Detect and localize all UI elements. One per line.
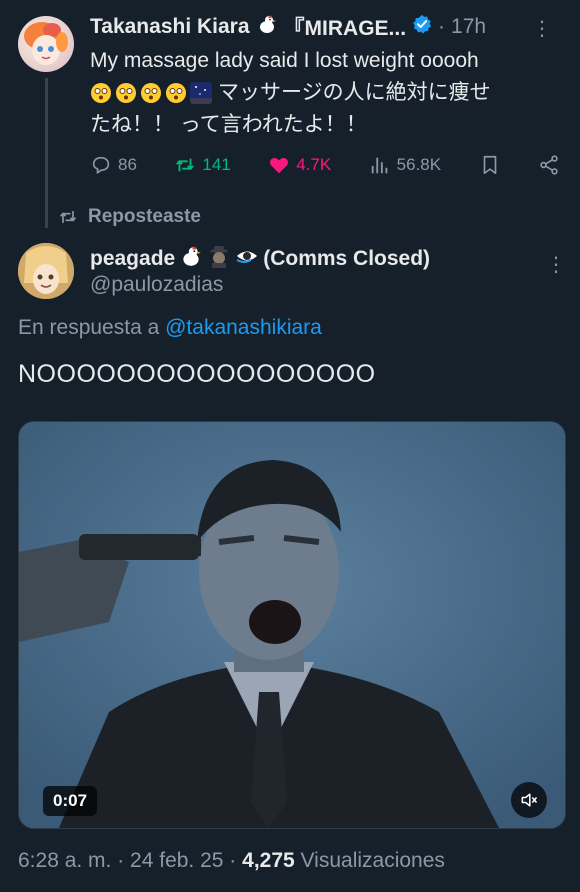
reply-author-suffix: (Comms Closed) [263, 247, 431, 270]
reply-author[interactable]: peagade (Comms Closed) [90, 244, 430, 274]
parent-author-name[interactable]: Takanashi Kiara [90, 15, 250, 39]
reply-icon [92, 156, 110, 174]
reply-more-icon[interactable]: ⋮ [546, 252, 566, 277]
tweet-timestamp[interactable]: 6:28 a. m. · 24 feb. 25 · [18, 849, 236, 872]
reply-to-link[interactable]: @takanashikiara [165, 316, 322, 339]
chicken-icon [179, 244, 203, 274]
parent-text-line3: たね！！ って言われたよ！！ [90, 113, 367, 136]
dizzy-face-icon [141, 83, 161, 104]
dizzy-face-icon [91, 83, 111, 104]
thread-line [45, 78, 48, 228]
reply-button[interactable]: 86 [90, 154, 137, 176]
more-icon[interactable]: ⋮ [532, 16, 552, 41]
dizzy-face-icon [116, 83, 136, 104]
emoji-group [90, 82, 212, 105]
chicken-icon [256, 13, 278, 41]
video-time-badge: 0:07 [43, 786, 98, 816]
reply-prefix: En respuesta a [18, 316, 160, 339]
reply-avatar[interactable] [18, 243, 74, 299]
share-button[interactable] [538, 154, 560, 176]
like-count: 4.7K [296, 155, 332, 174]
repost-indicator: Reposteaste [58, 204, 201, 230]
repost-indicator-icon [59, 211, 77, 223]
reply-author-name: peagade [90, 247, 176, 270]
views-button[interactable]: 56.8K [369, 154, 441, 176]
share-icon [540, 155, 558, 175]
views-count: 56.8K [396, 155, 442, 174]
views-label: Visualizaciones [300, 849, 445, 872]
bookmark-icon [483, 155, 496, 175]
repost-icon [176, 158, 195, 172]
repost-label[interactable]: Reposteaste [88, 206, 201, 228]
reply-handle[interactable]: @paulozadias [90, 273, 223, 297]
reply-text: NOOOOOOOOOOOOOOOOO [18, 360, 376, 388]
video-frame [19, 422, 565, 828]
bookmark-button[interactable] [479, 154, 501, 176]
reply-context: En respuesta a @takanashikiara [18, 316, 322, 340]
eye-icon [235, 244, 259, 274]
video-player[interactable]: 0:07 [18, 421, 566, 829]
like-button[interactable]: 4.7K [268, 154, 331, 176]
parent-text-line1: My massage lady said I lost weight ooooh [90, 49, 479, 72]
parent-actions: 86 141 4.7K 56.8K [90, 150, 560, 180]
volume-icon [521, 793, 538, 807]
repost-button[interactable]: 141 [174, 154, 231, 176]
parent-avatar[interactable] [18, 16, 74, 72]
detective-icon [207, 244, 231, 274]
parent-time[interactable]: 17h [451, 15, 486, 39]
reply-count: 86 [118, 155, 137, 174]
dot-separator: · [438, 15, 446, 38]
parent-text-line2-ja: マッサージの人に絶対に痩せ [218, 81, 491, 104]
parent-author-suffix: 『MIRAGE... [283, 17, 407, 40]
views-total: 4,275 [242, 849, 295, 872]
views-icon [371, 157, 387, 174]
parent-header: Takanashi Kiara 『MIRAGE... · 17h ⋮ [90, 12, 560, 42]
parent-tweet-text: My massage lady said I lost weight ooooh… [90, 45, 560, 141]
like-icon [270, 157, 289, 174]
volume-button[interactable] [511, 782, 547, 818]
tweet-meta: 6:28 a. m. · 24 feb. 25 · 4,275 Visualiz… [18, 849, 445, 873]
repost-count: 141 [202, 155, 231, 174]
verified-icon [412, 14, 432, 40]
parent-text-line2: マッサージの人に絶対に痩せ [90, 77, 560, 109]
night-sky-icon [190, 82, 212, 105]
dizzy-face-icon [166, 83, 186, 104]
